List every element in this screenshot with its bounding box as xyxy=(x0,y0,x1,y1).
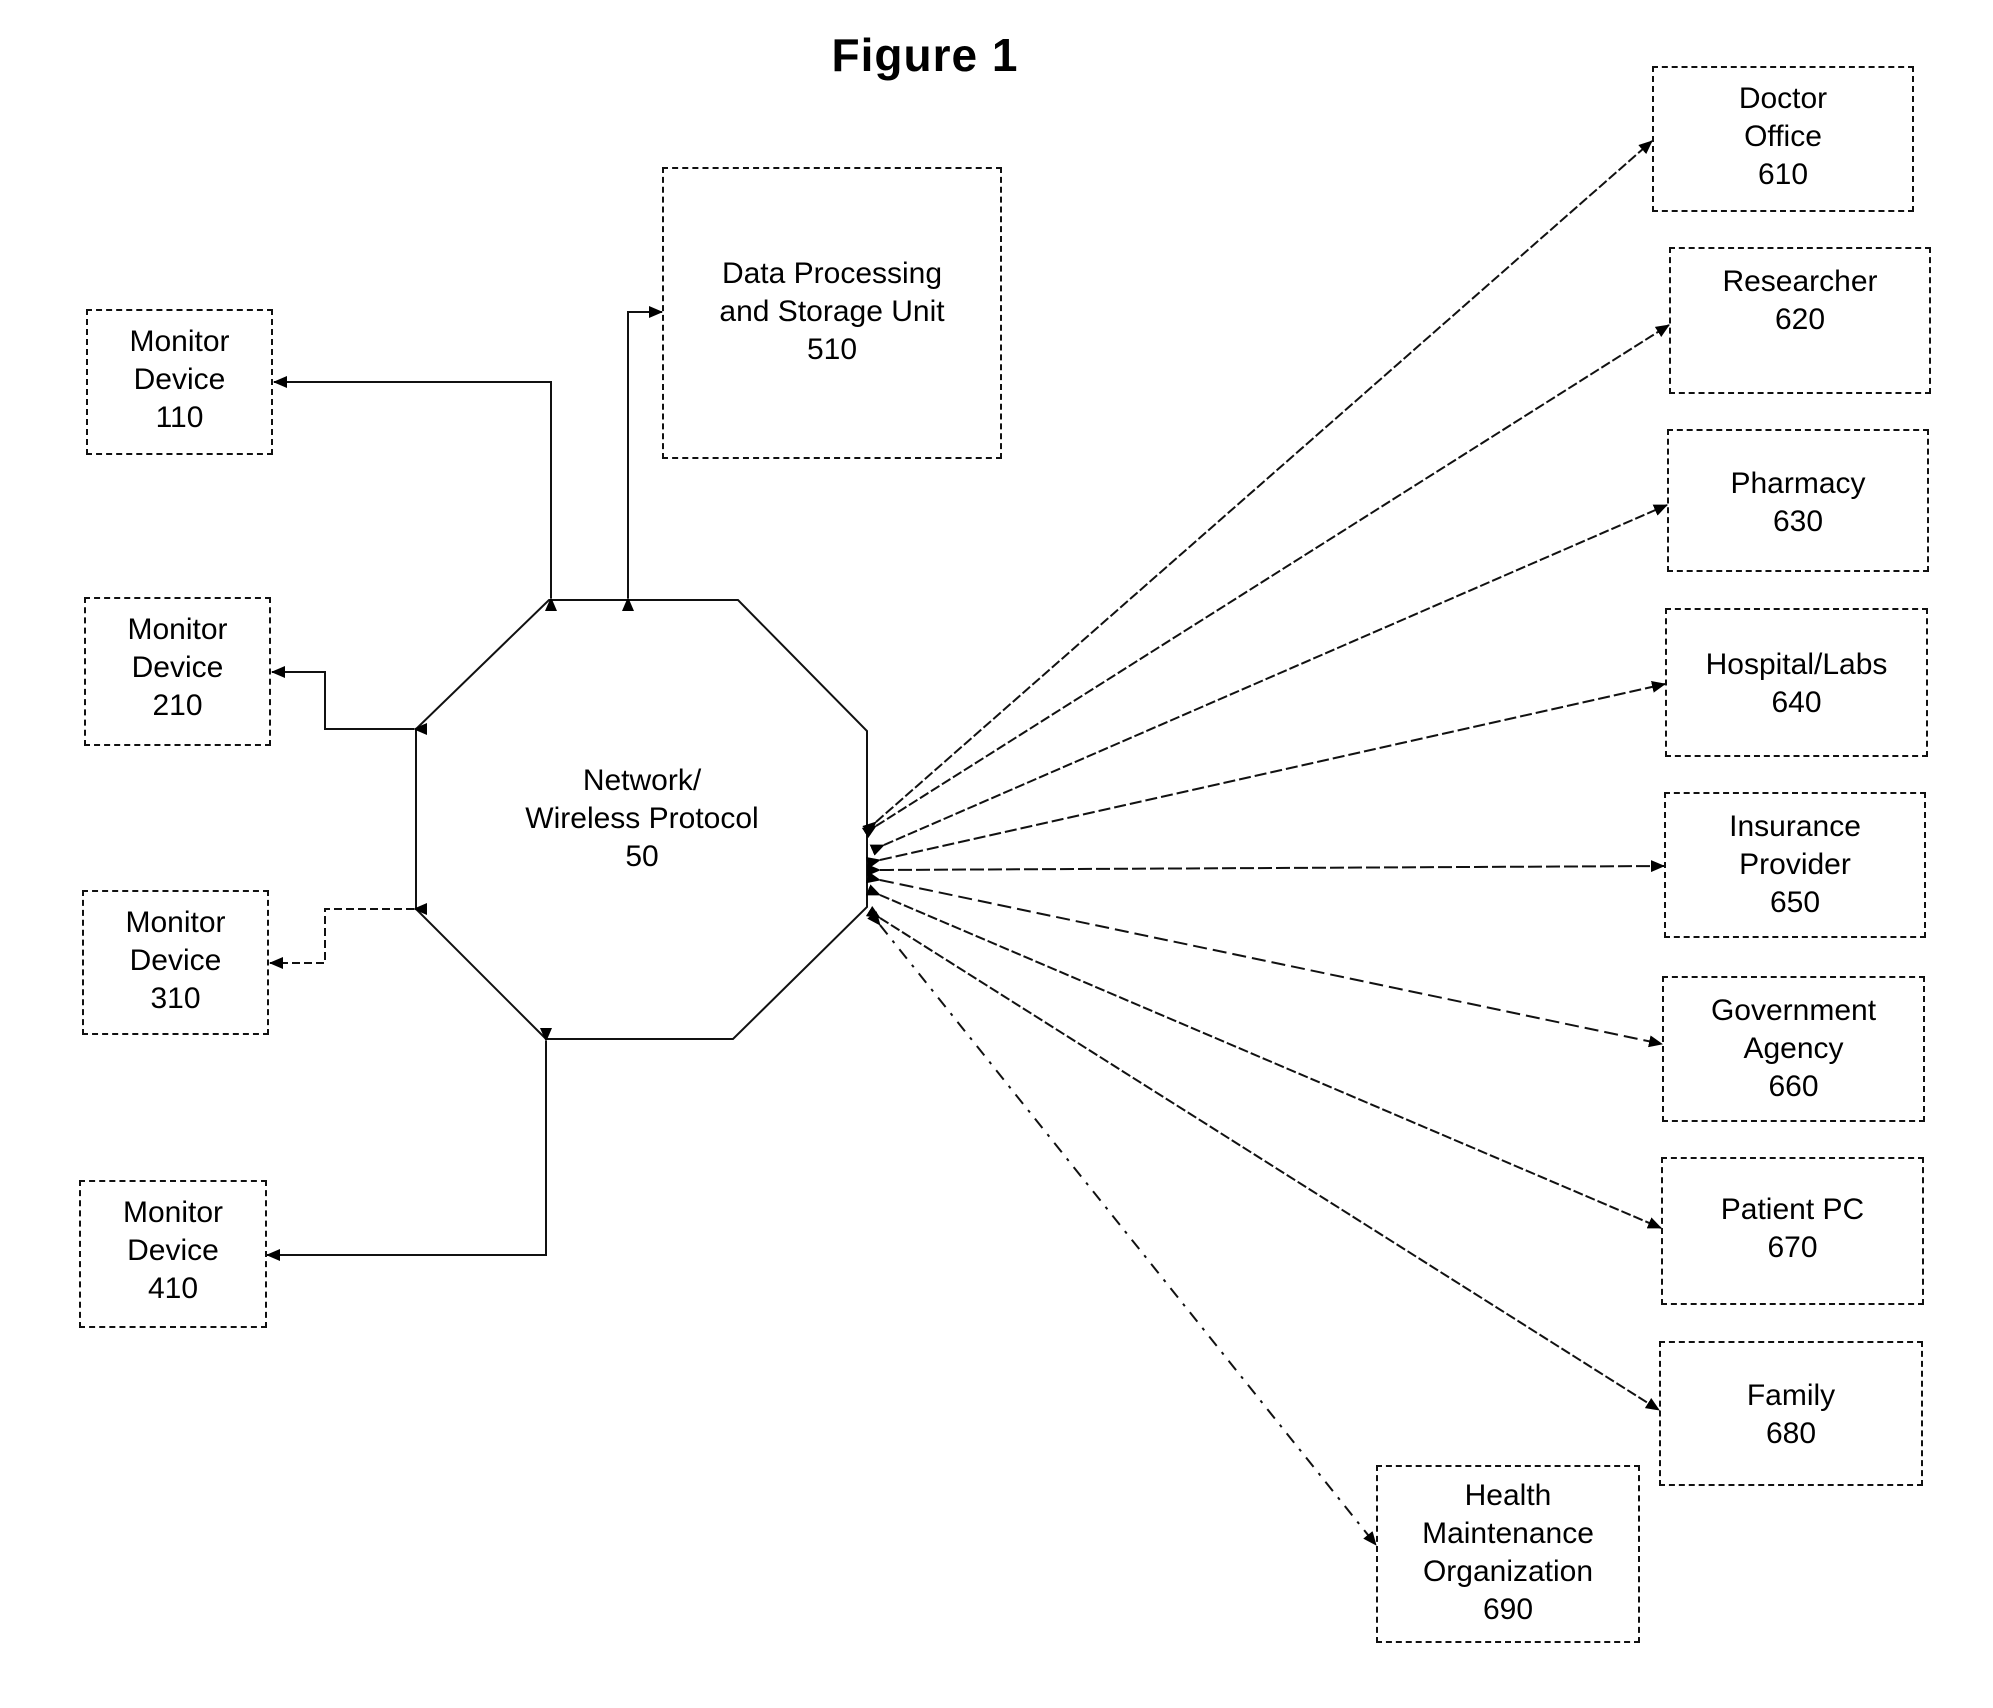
node-line: 630 xyxy=(1772,505,1824,538)
node-line: Data Processing xyxy=(721,257,943,290)
hub-line: 50 xyxy=(625,840,659,873)
node-line: 650 xyxy=(1769,886,1821,919)
hub-line: Wireless Protocol xyxy=(525,802,759,835)
node-line: Monitor xyxy=(127,613,228,646)
node-line: 310 xyxy=(150,982,201,1015)
connector-recipient-650 xyxy=(866,860,1665,877)
node-line: Patient PC xyxy=(1720,1193,1865,1226)
node-line: Provider xyxy=(1739,848,1851,881)
recipient-insurance-provider-650: Insurance Provider 650 xyxy=(1664,792,1926,938)
connector-recipient-680 xyxy=(865,905,1660,1411)
recipient-doctor-office-610: Doctor Office 610 xyxy=(1652,66,1914,212)
node-line: Maintenance xyxy=(1422,1517,1594,1550)
monitor-device-210: Monitor Device 210 xyxy=(84,597,271,746)
network-hub-label: Network/ Wireless Protocol 50 xyxy=(470,762,814,876)
connector-recipient-640 xyxy=(866,680,1666,869)
recipient-family-680: Family 680 xyxy=(1659,1341,1923,1486)
connector-monitor-210 xyxy=(271,666,427,735)
node-line: Health xyxy=(1464,1479,1552,1512)
node-line: 620 xyxy=(1774,303,1826,336)
connector-monitor-310 xyxy=(269,903,427,969)
node-line: Office xyxy=(1744,120,1822,153)
connector-storage xyxy=(622,306,663,611)
node-line: 670 xyxy=(1767,1231,1818,1264)
node-line: 680 xyxy=(1765,1417,1817,1450)
recipient-hmo-690: Health Maintenance Organization 690 xyxy=(1376,1465,1640,1643)
node-line: 210 xyxy=(152,689,203,722)
node-line: Agency xyxy=(1743,1032,1844,1065)
figure-title: Figure 1 xyxy=(831,29,1019,81)
node-line: Organization xyxy=(1422,1555,1594,1588)
monitor-device-310: Monitor Device 310 xyxy=(82,890,269,1035)
node-line: 610 xyxy=(1757,158,1809,191)
monitor-device-410: Monitor Device 410 xyxy=(79,1180,267,1328)
recipient-researcher-620: Researcher 620 xyxy=(1669,247,1931,394)
hub-line: Network/ xyxy=(582,764,702,797)
node-line: 660 xyxy=(1768,1070,1819,1103)
network-diagram: Figure 1 Network/ Wireless Protocol 50 D… xyxy=(0,0,1993,1708)
node-line: Device xyxy=(131,651,224,684)
connector-monitor-410 xyxy=(266,1028,552,1261)
node-line: 510 xyxy=(806,333,858,366)
node-line: 690 xyxy=(1482,1593,1534,1626)
node-line: Device xyxy=(129,944,222,977)
node-line: Government xyxy=(1710,994,1877,1027)
node-line: Device xyxy=(133,363,226,396)
node-line: 640 xyxy=(1771,686,1822,719)
node-line: Device xyxy=(127,1234,219,1267)
node-line: Hospital/Labs xyxy=(1705,648,1888,681)
connector-recipient-690 xyxy=(867,911,1377,1546)
node-line: and Storage Unit xyxy=(719,295,945,328)
connector-recipient-660 xyxy=(866,871,1663,1048)
node-line: Pharmacy xyxy=(1730,467,1866,500)
node-line: Family xyxy=(1746,1379,1836,1412)
connector-recipient-630 xyxy=(869,504,1668,856)
connector-monitor-110 xyxy=(273,376,557,611)
node-line: Researcher xyxy=(1722,265,1878,298)
node-line: 410 xyxy=(147,1272,199,1305)
storage-unit-510: Data Processing and Storage Unit 510 xyxy=(662,167,1002,459)
recipient-pharmacy-630: Pharmacy 630 xyxy=(1667,429,1929,572)
node-line: Monitor xyxy=(122,1196,224,1229)
monitor-device-110: Monitor Device 110 xyxy=(86,309,273,455)
recipient-patient-pc-670: Patient PC 670 xyxy=(1661,1157,1924,1305)
recipient-hospital-labs-640: Hospital/Labs 640 xyxy=(1665,608,1928,757)
connector-recipient-670 xyxy=(865,884,1662,1229)
node-line: Insurance xyxy=(1729,810,1861,843)
node-line: Monitor xyxy=(129,325,230,358)
node-line: Doctor xyxy=(1738,82,1828,115)
node-line: Monitor xyxy=(125,906,226,939)
recipient-government-agency-660: Government Agency 660 xyxy=(1662,976,1925,1122)
node-line: 110 xyxy=(155,401,204,434)
